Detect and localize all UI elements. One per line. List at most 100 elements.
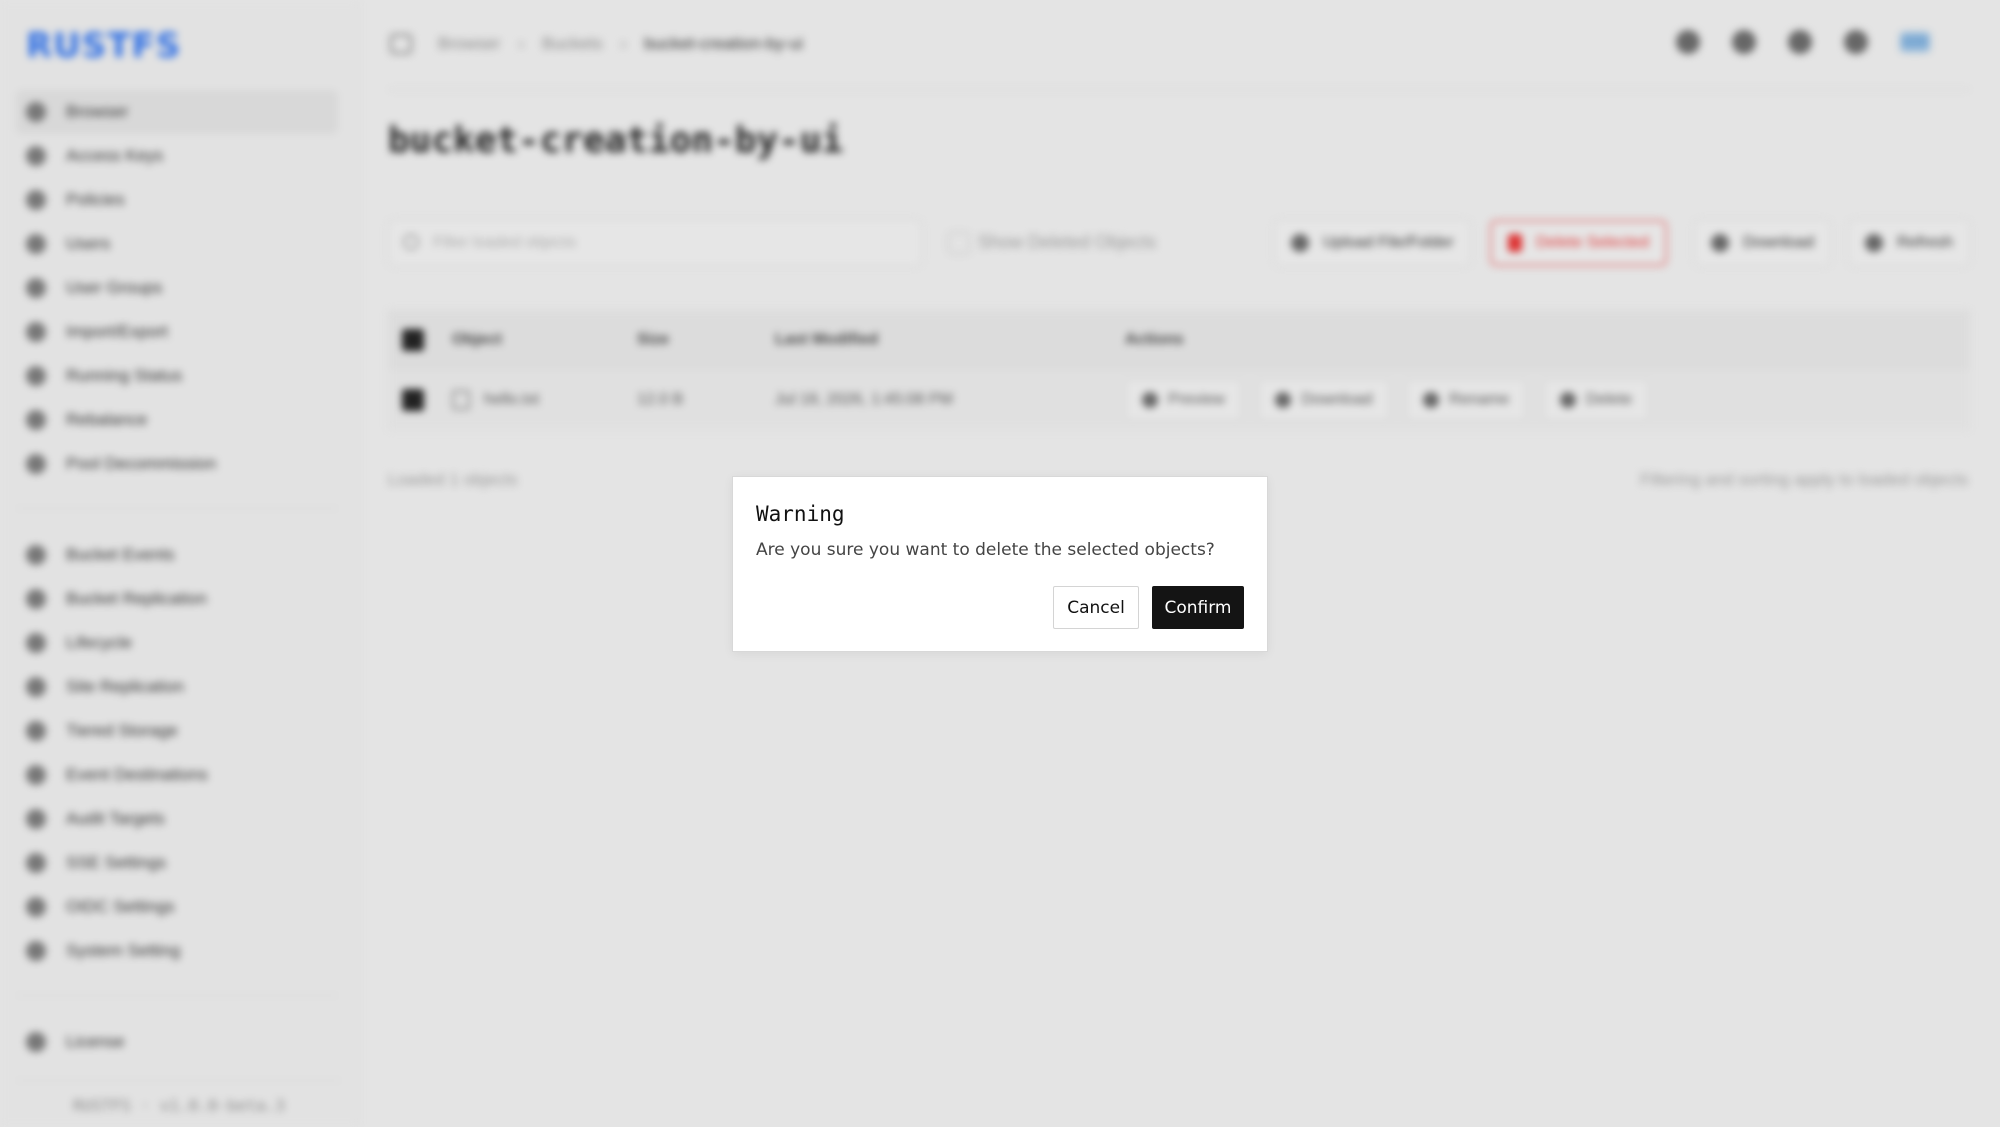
dialog-message: Are you sure you want to delete the sele… (756, 540, 1215, 560)
upload-icon (1291, 234, 1309, 252)
breadcrumb-item-browser[interactable]: Browser (438, 34, 500, 54)
sidebar-item-label: Running Status (66, 366, 183, 385)
topbar-actions: ADM (1676, 30, 1930, 54)
objects-table: Object Size Last Modified Actions hello.… (388, 310, 1970, 430)
target-icon (26, 765, 46, 785)
search-placeholder: Filter loaded objects (433, 234, 577, 251)
events-icon (26, 545, 46, 565)
breadcrumb-item-buckets[interactable]: Buckets (542, 34, 602, 54)
row-download-button[interactable]: Download (1258, 379, 1390, 421)
show-deleted-checkbox[interactable] (948, 232, 970, 254)
sidebar-item-bucket-replication[interactable]: Bucket Replication (16, 577, 338, 621)
sidebar-item-tiered-storage[interactable]: Tiered Storage (16, 709, 338, 753)
refresh-icon (26, 410, 46, 430)
sidebar-item-oidc-settings[interactable]: OIDC Settings (16, 885, 338, 929)
sidebar-item-pool-decommission[interactable]: Pool Decommission (16, 442, 338, 486)
sidebar-item-sse-settings[interactable]: SSE Settings (16, 841, 338, 885)
gear-icon (26, 941, 46, 961)
breadcrumb: Browser › Buckets › bucket-creation-by-u… (438, 34, 803, 54)
audit-icon (26, 809, 46, 829)
download-icon (1711, 234, 1729, 252)
delete-selected-label: Delete Selected (1536, 234, 1649, 251)
sidebar-item-browser[interactable]: Browser (16, 90, 338, 134)
layers-icon (26, 721, 46, 741)
row-actions: Preview Download Rename Delete (1125, 379, 1661, 421)
trash-icon (1508, 234, 1522, 252)
sidebar-item-rebalance[interactable]: Rebalance (16, 398, 338, 442)
sidebar-item-label: User Groups (66, 278, 163, 297)
row-delete-button[interactable]: Delete (1542, 379, 1650, 421)
sidebar-item-label: Users (66, 234, 111, 253)
sidebar-item-lifecycle[interactable]: Lifecycle (16, 621, 338, 665)
row-checkbox[interactable] (402, 389, 424, 411)
topbar: Browser › Buckets › bucket-creation-by-u… (388, 0, 1970, 90)
download-button[interactable]: Download (1694, 220, 1832, 266)
search-icon[interactable] (1676, 30, 1700, 54)
sidebar-item-access-keys[interactable]: Access Keys (16, 134, 338, 178)
theme-icon[interactable] (1732, 30, 1756, 54)
chevron-right-icon: › (518, 34, 525, 53)
confirm-button[interactable]: Confirm (1152, 586, 1244, 629)
user-icon[interactable] (1844, 30, 1868, 54)
copy-icon (26, 589, 46, 609)
sidebar-item-running-status[interactable]: Running Status (16, 354, 338, 398)
users-icon (26, 278, 46, 298)
sidebar-item-label: Tiered Storage (66, 721, 178, 740)
sidebar-item-policies[interactable]: Policies (16, 178, 338, 222)
sidebar-item-label: Import/Export (66, 322, 169, 341)
sidebar-item-site-replication[interactable]: Site Replication (16, 665, 338, 709)
sidebar-item-system-setting[interactable]: System Setting (16, 929, 338, 973)
user-icon (26, 234, 46, 254)
language-icon[interactable] (1788, 30, 1812, 54)
sidebar: RUSTFS Browser Access Keys Policies User… (0, 0, 358, 1127)
sidebar-divider (16, 995, 338, 996)
id-icon (26, 897, 46, 917)
sidebar-item-label: Bucket Events (66, 545, 175, 564)
preview-button[interactable]: Preview (1125, 379, 1242, 421)
sidebar-item-label: OIDC Settings (66, 897, 175, 916)
search-input[interactable]: Filter loaded objects (388, 220, 922, 266)
sidebar-item-label: Site Replication (66, 677, 185, 696)
download-icon (1275, 392, 1292, 408)
column-actions: Actions (1125, 331, 1184, 348)
sidebar-item-label: Audit Targets (66, 809, 165, 828)
sidebar-item-user-groups[interactable]: User Groups (16, 266, 338, 310)
sidebar-item-label: Access Keys (66, 146, 164, 165)
column-size[interactable]: Size (637, 331, 775, 349)
sidebar-item-import-export[interactable]: Import/Export (16, 310, 338, 354)
download-label: Download (1743, 234, 1815, 251)
sidebar-item-label: Event Destinations (66, 765, 208, 784)
license-icon (26, 1032, 46, 1052)
sidebar-nav: Browser Access Keys Policies Users User … (16, 90, 338, 1064)
refresh-button[interactable]: Refresh (1848, 220, 1971, 266)
upload-button[interactable]: Upload File/Folder (1274, 220, 1471, 266)
avatar[interactable]: ADM (1900, 32, 1930, 52)
app-version: RUSTFS · v1.0.0-beta.3 (73, 1096, 285, 1115)
select-all-checkbox[interactable] (402, 329, 424, 351)
sidebar-item-event-destinations[interactable]: Event Destinations (16, 753, 338, 797)
column-object[interactable]: Object (452, 331, 637, 349)
cancel-button[interactable]: Cancel (1053, 586, 1139, 629)
sidebar-item-label: Rebalance (66, 410, 148, 429)
folder-icon (26, 102, 46, 122)
sidebar-toggle-icon[interactable] (390, 34, 412, 54)
object-name[interactable]: hello.txt (484, 391, 539, 408)
sidebar-item-label: System Setting (66, 941, 181, 960)
sidebar-divider (16, 1080, 341, 1081)
column-last-modified[interactable]: Last Modified (775, 331, 1125, 349)
sidebar-item-users[interactable]: Users (16, 222, 338, 266)
trash-icon (1559, 392, 1576, 408)
rename-button[interactable]: Rename (1405, 379, 1527, 421)
chevron-right-icon: › (620, 34, 627, 53)
sidebar-item-label: Browser (66, 102, 129, 121)
sidebar-item-license[interactable]: License (16, 1020, 338, 1064)
cycle-icon (26, 633, 46, 653)
breadcrumb-item-current: bucket-creation-by-ui (644, 34, 803, 53)
table-row[interactable]: hello.txt 12.0 B Jul 18, 2026, 1:45:08 P… (388, 370, 1970, 430)
sidebar-item-audit-targets[interactable]: Audit Targets (16, 797, 338, 841)
upload-label: Upload File/Folder (1323, 234, 1454, 251)
delete-label: Delete (1585, 391, 1633, 408)
sidebar-item-label: Policies (66, 190, 125, 209)
delete-selected-button[interactable]: Delete Selected (1490, 220, 1667, 266)
sidebar-item-bucket-events[interactable]: Bucket Events (16, 533, 338, 577)
